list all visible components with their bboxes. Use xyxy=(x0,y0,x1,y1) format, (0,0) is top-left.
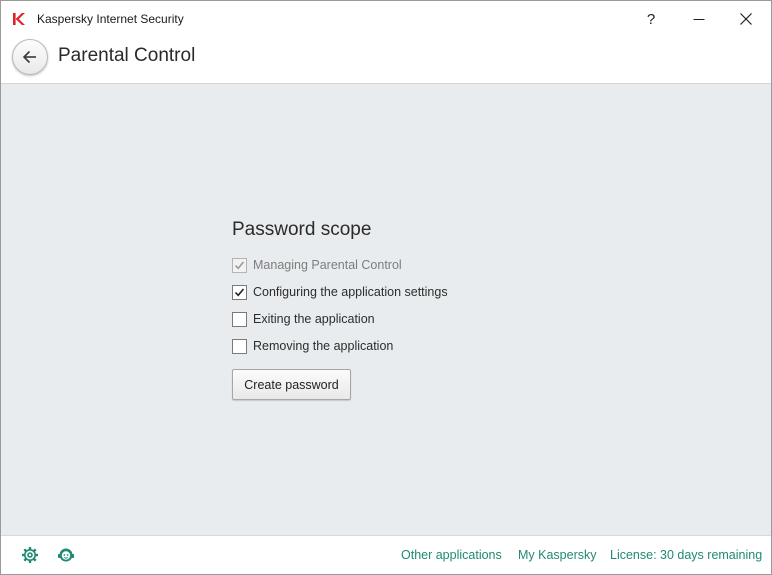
page-header: Parental Control xyxy=(1,37,771,84)
app-window: Kaspersky Internet Security ? Parental C… xyxy=(0,0,772,575)
checkmark-icon xyxy=(234,287,245,296)
help-button[interactable]: ? xyxy=(633,5,669,33)
title-bar: Kaspersky Internet Security ? xyxy=(1,1,771,37)
help-label: ? xyxy=(646,10,656,28)
option-label[interactable]: Exiting the application xyxy=(253,312,375,326)
option-label[interactable]: Removing the application xyxy=(253,339,393,353)
checkbox-configuring-settings[interactable] xyxy=(232,284,247,300)
support-agent-icon[interactable] xyxy=(57,546,75,564)
minimize-icon xyxy=(693,19,705,20)
minimize-button[interactable] xyxy=(681,5,717,33)
checkbox-exiting-application[interactable] xyxy=(232,311,247,327)
link-license-status[interactable]: License: 30 days remaining xyxy=(610,548,762,562)
kaspersky-logo-icon xyxy=(12,12,26,26)
back-button[interactable] xyxy=(12,39,48,75)
checkbox-removing-application[interactable] xyxy=(232,338,247,354)
window-title: Kaspersky Internet Security xyxy=(37,12,184,26)
option-removing-application[interactable]: Removing the application xyxy=(232,337,393,355)
option-exiting-application[interactable]: Exiting the application xyxy=(232,310,375,328)
close-button[interactable] xyxy=(728,5,764,33)
gear-icon[interactable] xyxy=(21,546,39,564)
page-title: Parental Control xyxy=(58,45,196,66)
checkbox-managing-parental-control xyxy=(232,257,247,273)
arrow-left-icon xyxy=(22,50,36,64)
link-my-kaspersky[interactable]: My Kaspersky xyxy=(518,548,597,562)
close-icon xyxy=(740,13,752,25)
option-label[interactable]: Configuring the application settings xyxy=(253,285,448,299)
option-configuring-settings[interactable]: Configuring the application settings xyxy=(232,283,448,301)
section-title: Password scope xyxy=(232,219,372,240)
footer: Other applications My Kaspersky License:… xyxy=(1,535,771,574)
option-label: Managing Parental Control xyxy=(253,258,402,272)
main-content: Password scope Managing Parental Control… xyxy=(1,84,771,535)
option-managing-parental-control: Managing Parental Control xyxy=(232,256,402,274)
checkmark-icon xyxy=(234,260,245,269)
create-password-button[interactable]: Create password xyxy=(232,369,351,400)
link-other-applications[interactable]: Other applications xyxy=(401,548,502,562)
